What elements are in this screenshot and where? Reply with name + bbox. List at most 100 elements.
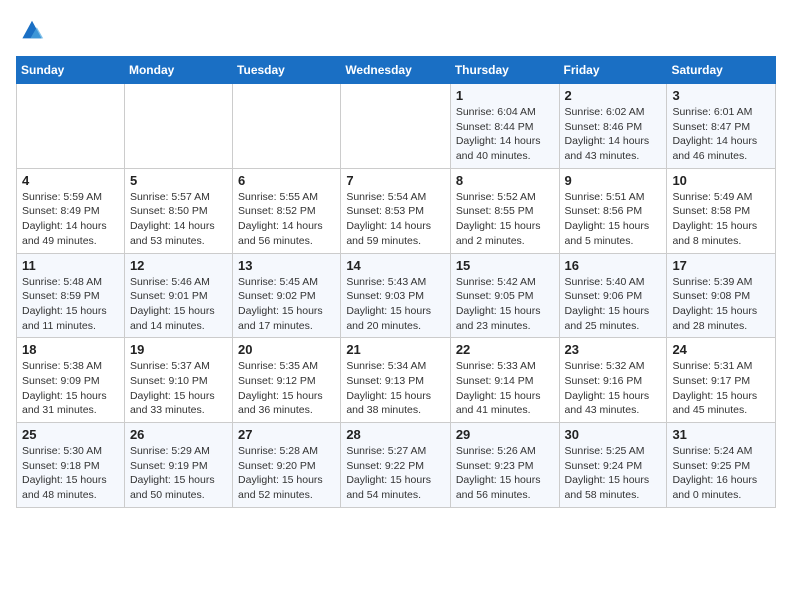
week-row-5: 25 Sunrise: 5:30 AM Sunset: 9:18 PM Dayli… (17, 423, 776, 508)
day-info: Sunrise: 5:30 AM Sunset: 9:18 PM Dayligh… (22, 444, 119, 503)
day-number: 12 (130, 258, 227, 273)
week-row-2: 4 Sunrise: 5:59 AM Sunset: 8:49 PM Daylig… (17, 168, 776, 253)
day-info: Sunrise: 5:28 AM Sunset: 9:20 PM Dayligh… (238, 444, 335, 503)
day-number: 5 (130, 173, 227, 188)
day-cell: 14 Sunrise: 5:43 AM Sunset: 9:03 PM Dayli… (341, 253, 451, 338)
day-cell: 1 Sunrise: 6:04 AM Sunset: 8:44 PM Daylig… (450, 84, 559, 169)
day-cell: 23 Sunrise: 5:32 AM Sunset: 9:16 PM Dayli… (559, 338, 667, 423)
day-cell: 18 Sunrise: 5:38 AM Sunset: 9:09 PM Dayli… (17, 338, 125, 423)
header-day-thursday: Thursday (450, 57, 559, 84)
day-number: 30 (565, 427, 662, 442)
day-info: Sunrise: 5:46 AM Sunset: 9:01 PM Dayligh… (130, 275, 227, 334)
day-cell: 16 Sunrise: 5:40 AM Sunset: 9:06 PM Dayli… (559, 253, 667, 338)
day-info: Sunrise: 5:33 AM Sunset: 9:14 PM Dayligh… (456, 359, 554, 418)
day-cell: 21 Sunrise: 5:34 AM Sunset: 9:13 PM Dayli… (341, 338, 451, 423)
day-cell: 22 Sunrise: 5:33 AM Sunset: 9:14 PM Dayli… (450, 338, 559, 423)
day-info: Sunrise: 5:52 AM Sunset: 8:55 PM Dayligh… (456, 190, 554, 249)
day-info: Sunrise: 5:38 AM Sunset: 9:09 PM Dayligh… (22, 359, 119, 418)
day-info: Sunrise: 5:27 AM Sunset: 9:22 PM Dayligh… (346, 444, 445, 503)
day-number: 26 (130, 427, 227, 442)
header-day-friday: Friday (559, 57, 667, 84)
day-number: 22 (456, 342, 554, 357)
page-header (16, 16, 776, 44)
week-row-3: 11 Sunrise: 5:48 AM Sunset: 8:59 PM Dayli… (17, 253, 776, 338)
day-info: Sunrise: 5:35 AM Sunset: 9:12 PM Dayligh… (238, 359, 335, 418)
header-day-tuesday: Tuesday (233, 57, 341, 84)
day-number: 11 (22, 258, 119, 273)
day-cell: 24Sunrise: 5:31 AM Sunset: 9:17 PM Dayli… (667, 338, 776, 423)
day-info: Sunrise: 5:49 AM Sunset: 8:58 PM Dayligh… (672, 190, 770, 249)
day-number: 8 (456, 173, 554, 188)
day-cell: 10Sunrise: 5:49 AM Sunset: 8:58 PM Dayli… (667, 168, 776, 253)
day-cell: 9 Sunrise: 5:51 AM Sunset: 8:56 PM Daylig… (559, 168, 667, 253)
day-cell: 25 Sunrise: 5:30 AM Sunset: 9:18 PM Dayli… (17, 423, 125, 508)
day-info: Sunrise: 5:24 AM Sunset: 9:25 PM Dayligh… (672, 444, 770, 503)
day-number: 27 (238, 427, 335, 442)
day-cell: 26 Sunrise: 5:29 AM Sunset: 9:19 PM Dayli… (124, 423, 232, 508)
day-info: Sunrise: 5:55 AM Sunset: 8:52 PM Dayligh… (238, 190, 335, 249)
day-number: 21 (346, 342, 445, 357)
day-info: Sunrise: 5:29 AM Sunset: 9:19 PM Dayligh… (130, 444, 227, 503)
day-number: 24 (672, 342, 770, 357)
day-info: Sunrise: 5:40 AM Sunset: 9:06 PM Dayligh… (565, 275, 662, 334)
day-cell: 5Sunrise: 5:57 AM Sunset: 8:50 PM Daylig… (124, 168, 232, 253)
day-cell (124, 84, 232, 169)
day-info: Sunrise: 5:48 AM Sunset: 8:59 PM Dayligh… (22, 275, 119, 334)
day-info: Sunrise: 5:32 AM Sunset: 9:16 PM Dayligh… (565, 359, 662, 418)
day-cell (17, 84, 125, 169)
day-cell: 30Sunrise: 5:25 AM Sunset: 9:24 PM Dayli… (559, 423, 667, 508)
day-info: Sunrise: 5:39 AM Sunset: 9:08 PM Dayligh… (672, 275, 770, 334)
header-day-saturday: Saturday (667, 57, 776, 84)
day-number: 7 (346, 173, 445, 188)
day-number: 2 (565, 88, 662, 103)
day-info: Sunrise: 5:34 AM Sunset: 9:13 PM Dayligh… (346, 359, 445, 418)
day-info: Sunrise: 5:51 AM Sunset: 8:56 PM Dayligh… (565, 190, 662, 249)
day-cell: 7Sunrise: 5:54 AM Sunset: 8:53 PM Daylig… (341, 168, 451, 253)
day-cell: 6 Sunrise: 5:55 AM Sunset: 8:52 PM Daylig… (233, 168, 341, 253)
day-number: 15 (456, 258, 554, 273)
day-info: Sunrise: 5:59 AM Sunset: 8:49 PM Dayligh… (22, 190, 119, 249)
day-number: 28 (346, 427, 445, 442)
day-info: Sunrise: 5:45 AM Sunset: 9:02 PM Dayligh… (238, 275, 335, 334)
day-number: 14 (346, 258, 445, 273)
day-info: Sunrise: 6:02 AM Sunset: 8:46 PM Dayligh… (565, 105, 662, 164)
calendar-header: SundayMondayTuesdayWednesdayThursdayFrid… (17, 57, 776, 84)
logo (16, 16, 52, 44)
day-number: 18 (22, 342, 119, 357)
day-info: Sunrise: 6:04 AM Sunset: 8:44 PM Dayligh… (456, 105, 554, 164)
day-number: 1 (456, 88, 554, 103)
day-cell: 29 Sunrise: 5:26 AM Sunset: 9:23 PM Dayli… (450, 423, 559, 508)
day-number: 4 (22, 173, 119, 188)
day-cell (341, 84, 451, 169)
header-row: SundayMondayTuesdayWednesdayThursdayFrid… (17, 57, 776, 84)
day-number: 13 (238, 258, 335, 273)
day-number: 3 (672, 88, 770, 103)
day-cell: 20Sunrise: 5:35 AM Sunset: 9:12 PM Dayli… (233, 338, 341, 423)
day-info: Sunrise: 5:43 AM Sunset: 9:03 PM Dayligh… (346, 275, 445, 334)
day-info: Sunrise: 5:26 AM Sunset: 9:23 PM Dayligh… (456, 444, 554, 503)
day-number: 16 (565, 258, 662, 273)
header-day-sunday: Sunday (17, 57, 125, 84)
day-number: 9 (565, 173, 662, 188)
day-cell: 28 Sunrise: 5:27 AM Sunset: 9:22 PM Dayli… (341, 423, 451, 508)
day-cell: 31 Sunrise: 5:24 AM Sunset: 9:25 PM Dayli… (667, 423, 776, 508)
day-cell: 11 Sunrise: 5:48 AM Sunset: 8:59 PM Dayli… (17, 253, 125, 338)
day-cell: 19Sunrise: 5:37 AM Sunset: 9:10 PM Dayli… (124, 338, 232, 423)
week-row-4: 18 Sunrise: 5:38 AM Sunset: 9:09 PM Dayli… (17, 338, 776, 423)
day-number: 17 (672, 258, 770, 273)
calendar-body: 1 Sunrise: 6:04 AM Sunset: 8:44 PM Daylig… (17, 84, 776, 508)
day-number: 29 (456, 427, 554, 442)
day-cell: 17 Sunrise: 5:39 AM Sunset: 9:08 PM Dayli… (667, 253, 776, 338)
day-info: Sunrise: 6:01 AM Sunset: 8:47 PM Dayligh… (672, 105, 770, 164)
day-cell: 3 Sunrise: 6:01 AM Sunset: 8:47 PM Daylig… (667, 84, 776, 169)
day-cell: 2 Sunrise: 6:02 AM Sunset: 8:46 PM Daylig… (559, 84, 667, 169)
day-cell: 4 Sunrise: 5:59 AM Sunset: 8:49 PM Daylig… (17, 168, 125, 253)
calendar-table: SundayMondayTuesdayWednesdayThursdayFrid… (16, 56, 776, 508)
day-number: 31 (672, 427, 770, 442)
day-cell (233, 84, 341, 169)
day-number: 6 (238, 173, 335, 188)
logo-icon (16, 16, 48, 44)
day-number: 23 (565, 342, 662, 357)
day-number: 25 (22, 427, 119, 442)
header-day-wednesday: Wednesday (341, 57, 451, 84)
